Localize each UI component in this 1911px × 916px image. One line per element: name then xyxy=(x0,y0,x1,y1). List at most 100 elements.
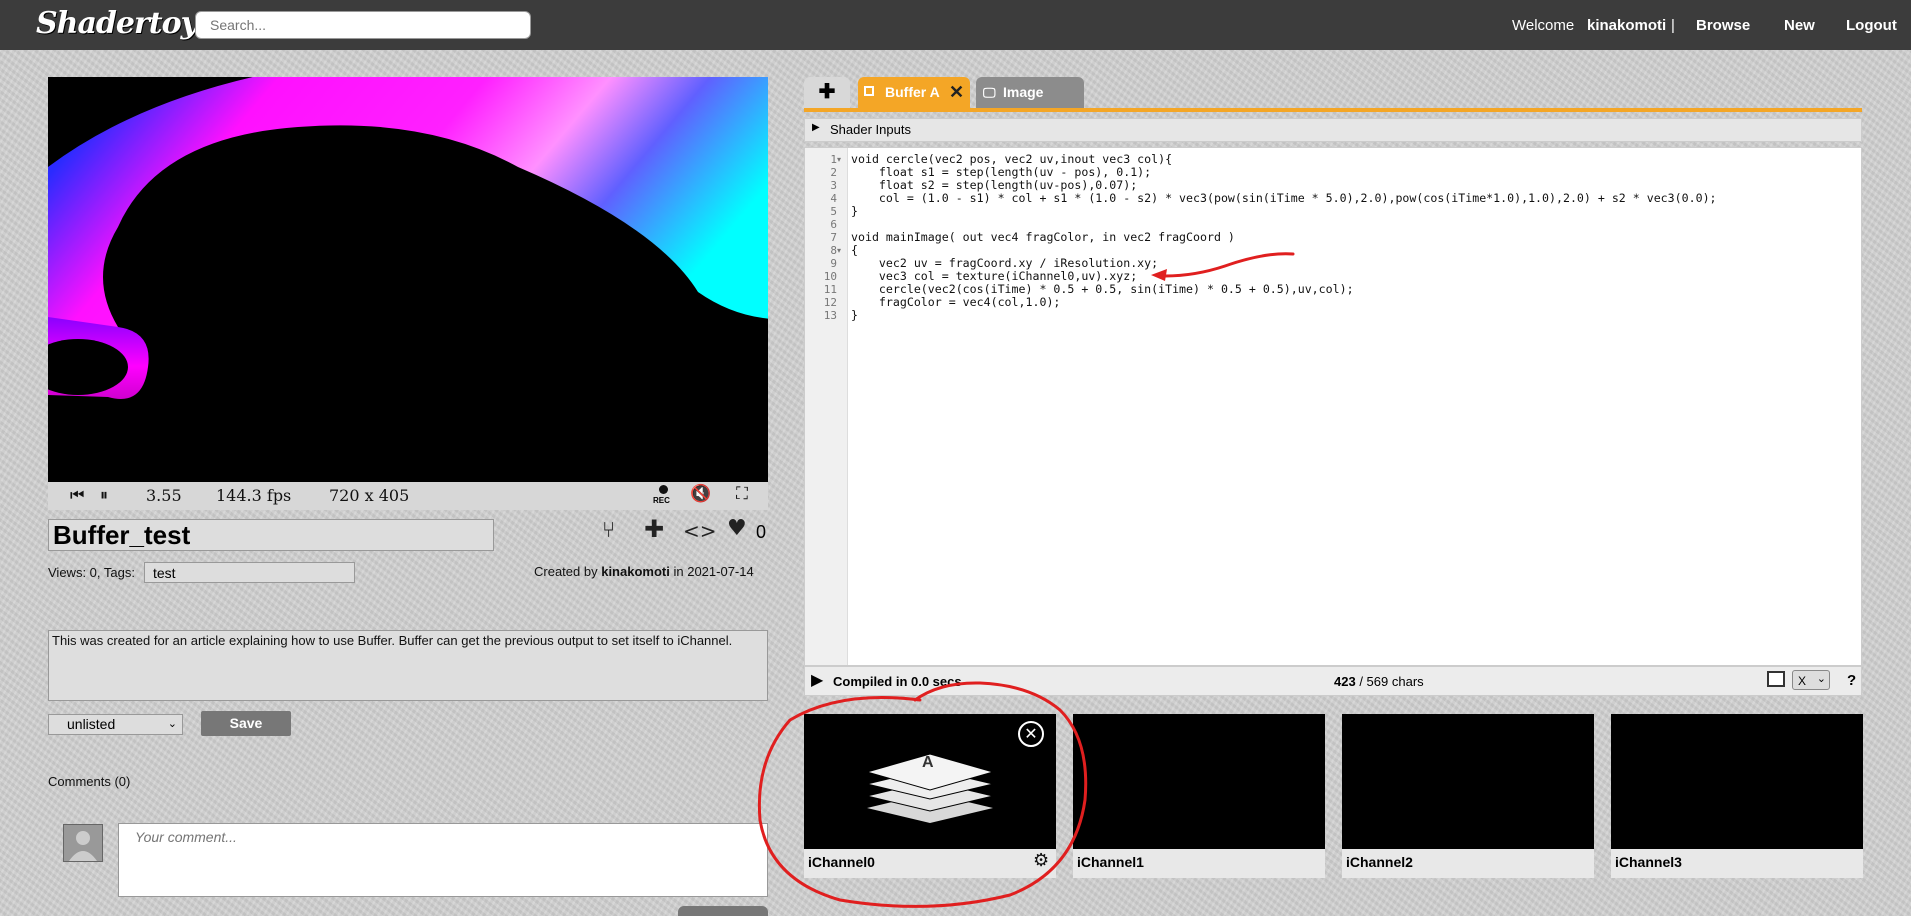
chevron-down-icon: ⌄ xyxy=(167,718,177,730)
line-number: 1 xyxy=(830,153,837,166)
monitor-icon: 🖵 xyxy=(983,85,996,100)
tab-buffer-a-label: Buffer A xyxy=(885,84,940,100)
resolution-readout: 720 x 405 xyxy=(329,486,410,505)
ichannel0-slot[interactable]: A ✕ iChannel0 ⚙ xyxy=(804,714,1056,878)
code-editor[interactable]: 1 2 3 4 5 6 7 8 9 10 11 12 13 ▾ ▾ void cercle(vec2 pos… xyxy=(804,147,1862,666)
ichannel0-preview[interactable]: A ✕ xyxy=(804,714,1056,849)
shadertoy-logo[interactable]: Shadertoy xyxy=(36,6,198,41)
fork-icon[interactable]: ⑂ xyxy=(602,518,615,543)
shader-output-image xyxy=(48,77,768,399)
editor-status-bar: ▶ Compiled in 0.0 secs 423 / 569 chars X… xyxy=(804,666,1862,696)
compile-play-icon[interactable]: ▶ xyxy=(811,670,823,689)
tags-input[interactable] xyxy=(144,562,355,583)
record-button[interactable]: REC xyxy=(652,484,674,508)
created-by-line: Created by kinakomoti in 2021-07-14 xyxy=(534,564,754,579)
ichannel3-preview[interactable] xyxy=(1611,714,1863,849)
ichannel2-label: iChannel2 xyxy=(1346,854,1413,870)
username-link[interactable]: kinakomoti xyxy=(1587,17,1666,34)
tab-image[interactable]: 🖵 Image xyxy=(976,77,1084,108)
user-silhouette-icon xyxy=(69,831,97,861)
ichannel2-slot[interactable]: iChannel2 xyxy=(1342,714,1594,878)
player-controls-bar: ⏮ ⏸ 3.55 144.3 fps 720 x 405 REC 🔇 ⛶ xyxy=(48,482,768,510)
shader-title-input[interactable] xyxy=(48,519,494,551)
ichannel3-slot[interactable]: iChannel3 xyxy=(1611,714,1863,878)
remove-channel-icon[interactable]: ✕ xyxy=(1018,721,1044,747)
chevron-down-icon: ⌄ xyxy=(1816,673,1826,685)
line-number: 2 xyxy=(830,166,837,179)
ichannel1-label: iChannel1 xyxy=(1077,854,1144,870)
chars-total: / 569 chars xyxy=(1359,674,1424,689)
char-count: 423 / 569 chars xyxy=(1334,674,1424,689)
embed-code-icon[interactable]: <> xyxy=(683,519,717,543)
save-button[interactable]: Save xyxy=(201,711,291,736)
pause-icon[interactable]: ⏸ xyxy=(100,485,108,505)
record-dot-icon xyxy=(659,485,668,494)
code-line[interactable]: } xyxy=(851,309,858,322)
gear-icon[interactable]: ⚙ xyxy=(1033,850,1049,871)
search-input[interactable] xyxy=(195,11,531,39)
visibility-value: unlisted xyxy=(67,716,116,732)
shader-preview-canvas[interactable] xyxy=(48,77,768,482)
line-number: 7 xyxy=(830,231,837,244)
image-upload-icon[interactable] xyxy=(1767,671,1785,687)
author-link[interactable]: kinakomoti xyxy=(601,564,670,579)
triangle-right-icon: ▶ xyxy=(812,122,820,133)
red-arrow-annotation xyxy=(1151,252,1295,281)
views-tags-label: Views: 0, Tags: xyxy=(48,565,135,580)
line-number: 10 xyxy=(823,270,837,283)
ichannel2-preview[interactable] xyxy=(1342,714,1594,849)
help-button[interactable]: ? xyxy=(1847,672,1856,689)
logout-link[interactable]: Logout xyxy=(1846,17,1897,34)
created-by-prefix: Created by xyxy=(534,564,598,579)
comment-textarea[interactable] xyxy=(118,823,768,897)
line-number: 6 xyxy=(830,218,837,231)
line-number: 9 xyxy=(830,257,837,270)
top-navigation-bar: Shadertoy Welcome kinakomoti | Browse Ne… xyxy=(0,0,1911,50)
browse-link[interactable]: Browse xyxy=(1696,17,1750,34)
time-readout: 3.55 xyxy=(146,486,182,505)
new-link[interactable]: New xyxy=(1784,17,1815,34)
fold-arrow-icon[interactable]: ▾ xyxy=(837,155,841,164)
new-tab-button[interactable]: ✚ xyxy=(804,77,850,108)
tab-buffer-a[interactable]: Buffer A ✕ xyxy=(858,77,970,108)
close-tab-icon[interactable]: ✕ xyxy=(949,77,964,108)
tab-image-label: Image xyxy=(1003,84,1044,100)
line-number: 3 xyxy=(830,179,837,192)
description-textarea[interactable]: This was created for an article explaini… xyxy=(48,630,768,701)
volume-muted-icon[interactable]: 🔇 xyxy=(690,484,711,504)
line-number: 8 xyxy=(830,244,837,257)
code-line[interactable]: col = (1.0 - s1) * col + s1 * (1.0 - s2)… xyxy=(851,192,1717,205)
line-number-gutter: 1 2 3 4 5 6 7 8 9 10 11 12 13 ▾ ▾ xyxy=(805,148,848,665)
line-number: 13 xyxy=(823,309,837,322)
in-word: in xyxy=(673,564,684,579)
editor-mode-value: X xyxy=(1798,674,1807,688)
line-number: 4 xyxy=(830,192,837,205)
code-line[interactable]: void mainImage( out vec4 fragColor, in v… xyxy=(851,231,1235,244)
ichannel3-label: iChannel3 xyxy=(1615,854,1682,870)
post-comment-button[interactable] xyxy=(678,906,768,916)
add-to-playlist-icon[interactable]: ✚ xyxy=(644,515,664,543)
rewind-icon[interactable]: ⏮ xyxy=(70,485,84,505)
compiled-status: Compiled in 0.0 secs xyxy=(833,674,962,689)
heart-icon[interactable]: ♥ xyxy=(727,516,747,541)
shader-inputs-toggle[interactable]: ▶ Shader Inputs xyxy=(804,118,1862,142)
nav-separator: | xyxy=(1671,17,1675,34)
line-number: 11 xyxy=(823,283,837,296)
visibility-select[interactable]: unlisted ⌄ xyxy=(48,714,183,735)
ichannel1-preview[interactable] xyxy=(1073,714,1325,849)
likes-count: 0 xyxy=(756,522,767,542)
created-date: 2021-07-14 xyxy=(687,564,754,579)
editor-mode-select[interactable]: X ⌄ xyxy=(1792,670,1830,690)
ichannel1-slot[interactable]: iChannel1 xyxy=(1073,714,1325,878)
ichannel0-label: iChannel0 xyxy=(808,854,875,870)
buffer-letter: A xyxy=(922,754,934,771)
fold-arrow-icon[interactable]: ▾ xyxy=(837,246,841,255)
code-line[interactable]: } xyxy=(851,205,858,218)
rec-label: REC xyxy=(653,496,670,505)
fullscreen-icon[interactable]: ⛶ xyxy=(736,484,748,504)
code-line[interactable]: fragColor = vec4(col,1.0); xyxy=(851,296,1061,309)
buffer-square-icon xyxy=(864,86,874,96)
line-number: 12 xyxy=(823,296,837,309)
line-number: 5 xyxy=(830,205,837,218)
welcome-text: Welcome xyxy=(1512,17,1575,34)
